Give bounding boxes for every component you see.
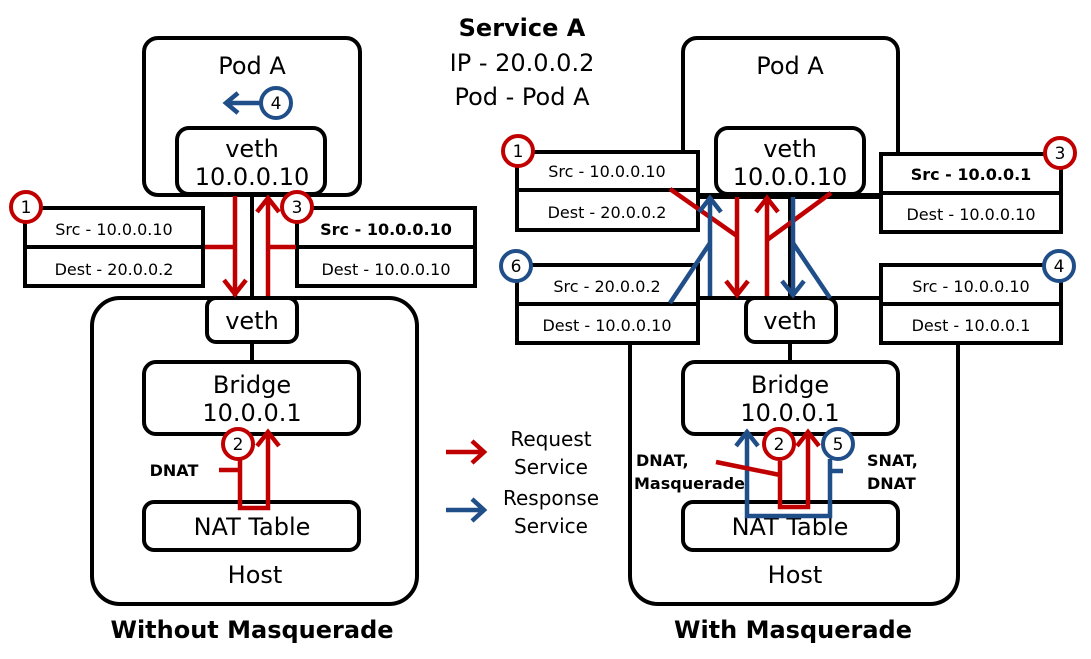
step-3-number: 3 [292,198,303,218]
legend: Request Service Response Service [446,427,599,538]
host-label: Host [228,561,283,589]
packet-step-1: Src - 10.0.0.10 Dest - 20.0.0.2 1 [501,120,700,232]
step-3-number: 3 [1055,144,1066,164]
service-ip: IP - 20.0.0.2 [450,49,595,77]
packet-src: Src - 10.0.0.10 [55,220,172,239]
host-veth-label: veth [763,307,817,335]
packet-dest: Dest - 10.0.0.10 [542,316,671,335]
legend-request-line1: Request [510,427,591,451]
without-masquerade-caption: Without Masquerade [110,616,393,644]
with-masquerade-caption: With Masquerade [674,616,912,644]
bridge-label: Bridge [751,371,829,399]
step-1-number: 1 [513,142,524,162]
packet-step-1: Src - 10.0.0.10 Dest - 20.0.0.2 1 [9,190,205,288]
packet-dest: Dest - 20.0.0.2 [548,203,667,222]
packet-dest: Dest - 20.0.0.2 [55,260,174,279]
bridge-ip: 10.0.0.1 [740,399,839,427]
nat-table-label: NAT Table [194,513,311,541]
packet-step-4: Src - 10.0.0.10 Dest - 10.0.0.1 4 [879,249,1076,345]
step-2-number: 2 [233,435,244,455]
packet-src: Src - 10.0.0.1 [911,165,1032,184]
packet-dest: Dest - 10.0.0.1 [912,316,1031,335]
legend-response-line1: Response [503,486,599,510]
with-masquerade-panel: Pod A veth 10.0.0.10 veth Bridge 10.0.0.… [499,36,1077,644]
bridge-ip: 10.0.0.1 [202,399,301,427]
service-pod: Pod - Pod A [454,83,590,111]
packet-src: Src - 20.0.0.2 [553,277,660,296]
packet-dest: Dest - 10.0.0.10 [906,205,1035,224]
step-4-number: 4 [271,94,282,114]
bridge-label: Bridge [213,371,291,399]
service-info: Service A IP - 20.0.0.2 Pod - Pod A [450,14,595,111]
pod-veth-ip: 10.0.0.10 [195,163,310,191]
step-4-number: 4 [1054,257,1065,277]
snat-dnat-line2: DNAT [867,474,916,493]
packet-step-3: Src - 10.0.0.1 Dest - 10.0.0.10 3 [879,120,1077,234]
step-1-number: 1 [21,198,32,218]
legend-request-line2: Service [514,455,588,479]
pod-veth-label: veth [225,135,279,163]
step-3-connector [765,191,833,242]
dnat-masquerade-line1: DNAT, [636,451,689,470]
packet-src: Src - 10.0.0.10 [548,162,665,181]
legend-response-line2: Service [514,514,588,538]
host-label: Host [768,561,823,589]
packet-src: Src - 10.0.0.10 [912,277,1029,296]
step-5-number: 5 [833,435,844,455]
packet-step-6: Src - 20.0.0.2 Dest - 10.0.0.10 6 [499,249,700,345]
dnat-masquerade-line2: Masquerade [634,474,745,493]
pod-a-label: Pod A [218,52,286,80]
masquerade-diagram: Service A IP - 20.0.0.2 Pod - Pod A Pod … [9,14,1077,644]
packet-src: Src - 10.0.0.10 [320,220,452,239]
packet-dest: Dest - 10.0.0.10 [321,260,450,279]
service-title: Service A [459,14,586,42]
packet-step-3: Src - 10.0.0.10 Dest - 10.0.0.10 3 [280,190,477,288]
without-masquerade-panel: Pod A 4 veth 10.0.0.10 veth Bridge 10.0.… [9,36,477,644]
pod-veth-label: veth [763,135,817,163]
pod-a-label: Pod A [756,52,824,80]
step-2-number: 2 [774,435,785,455]
dnat-label: DNAT [150,461,199,480]
step-6-number: 6 [511,257,522,277]
snat-dnat-line1: SNAT, [867,451,918,470]
host-veth-label: veth [225,307,279,335]
pod-veth-ip: 10.0.0.10 [733,163,848,191]
